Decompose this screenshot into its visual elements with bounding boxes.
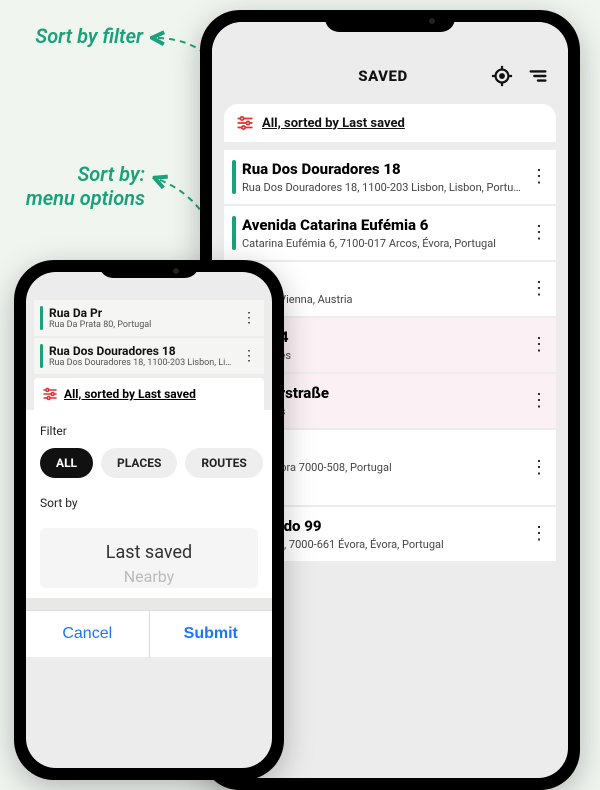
kebab-icon[interactable]: ⋮: [528, 175, 550, 179]
item-title: Rua Dos Douradores 18: [49, 344, 232, 358]
list-item[interactable]: Rua Dos Douradores 18 Rua Dos Douradores…: [34, 338, 264, 374]
sort-filter-chip[interactable]: All, sorted by Last saved: [34, 378, 264, 410]
sheet-actions: Cancel Submit: [26, 610, 272, 657]
picker-selected: Last saved: [40, 538, 258, 567]
filter-chip-all[interactable]: ALL: [40, 448, 93, 478]
filter-chip-row: ALL PLACES ROUTES: [40, 448, 258, 478]
list-item[interactable]: Rua Da Pr Rua Da Prata 80, Portugal ⋮: [34, 300, 264, 336]
sliders-icon: [236, 114, 254, 132]
kebab-icon[interactable]: ⋮: [238, 354, 260, 358]
locate-icon[interactable]: [488, 62, 516, 90]
item-sub: Rua Da Prata 80, Portugal: [49, 320, 232, 330]
item-title: Rua Da Pr: [49, 306, 232, 320]
item-sub: Rua Dos Douradores 18, 1100-203 Lisbon, …: [49, 358, 232, 368]
kebab-icon[interactable]: ⋮: [528, 399, 550, 403]
filter-heading: Filter: [40, 424, 258, 438]
item-title: Rua Dos Douradores 18: [242, 160, 522, 178]
sort-picker[interactable]: Last saved Nearby: [40, 528, 258, 588]
filter-chip-label: All, sorted by Last saved: [262, 116, 405, 131]
sort-sheet: Filter ALL PLACES ROUTES Sort by Last sa…: [26, 410, 272, 598]
kebab-icon[interactable]: ⋮: [528, 343, 550, 347]
sliders-icon: [42, 386, 58, 402]
filter-chip-routes[interactable]: ROUTES: [185, 448, 262, 478]
annotation-line-1: Sort by:: [77, 162, 145, 186]
phone-notch: [99, 260, 199, 278]
item-sub: Rua Dos Douradores 18, 1100-203 Lisbon, …: [242, 181, 522, 194]
annotation-line-2: menu options: [26, 186, 145, 210]
picker-option: Nearby: [40, 567, 258, 586]
item-stripe: [40, 306, 43, 330]
item-stripe: [232, 216, 236, 250]
item-stripe: [40, 344, 43, 368]
menu-icon[interactable]: [524, 62, 552, 90]
filter-chip-label: All, sorted by Last saved: [64, 387, 196, 401]
list-item[interactable]: Rua Dos Douradores 18 Rua Dos Douradores…: [224, 150, 556, 204]
submit-button[interactable]: Submit: [149, 611, 273, 657]
sort-heading: Sort by: [40, 496, 258, 510]
kebab-icon[interactable]: ⋮: [238, 316, 260, 320]
phone-small: Rua Da Pr Rua Da Prata 80, Portugal ⋮ Ru…: [14, 260, 284, 780]
annotation-menu-options: Sort by: menu options: [10, 162, 145, 210]
page-title: SAVED: [286, 67, 480, 85]
item-sub: Catarina Eufémia 6, 7100-017 Arcos, Évor…: [242, 237, 522, 250]
sort-filter-chip[interactable]: All, sorted by Last saved: [224, 104, 556, 142]
phone-notch: [325, 10, 455, 32]
annotation-sort-filter: Sort by filter: [8, 24, 143, 48]
kebab-icon[interactable]: ⋮: [528, 466, 550, 470]
saved-header: SAVED: [212, 22, 568, 98]
filter-chip-places[interactable]: PLACES: [101, 448, 177, 478]
list-item[interactable]: Avenida Catarina Eufémia 6 Catarina Eufé…: [224, 206, 556, 260]
item-title: Avenida Catarina Eufémia 6: [242, 216, 522, 234]
item-stripe: [232, 160, 236, 194]
kebab-icon[interactable]: ⋮: [528, 532, 550, 536]
kebab-icon[interactable]: ⋮: [528, 231, 550, 235]
kebab-icon[interactable]: ⋮: [528, 287, 550, 291]
cancel-button[interactable]: Cancel: [26, 611, 149, 657]
